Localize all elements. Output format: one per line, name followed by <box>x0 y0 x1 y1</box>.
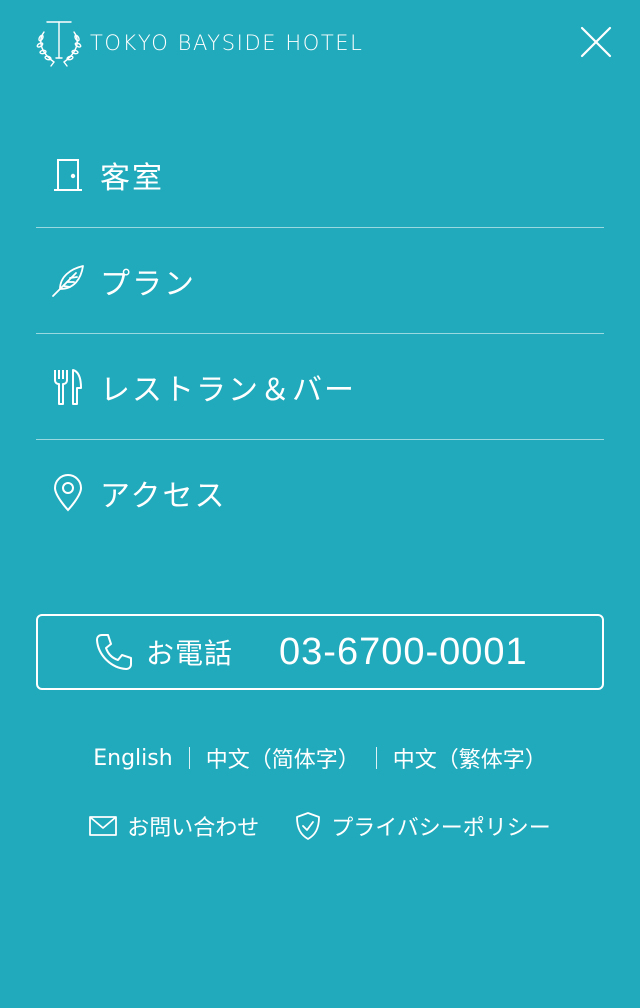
nav-label-access: アクセス <box>100 479 227 514</box>
shield-check-icon <box>296 812 321 840</box>
contact-label: お問い合わせ <box>127 816 260 841</box>
nav-item-rooms[interactable]: 客室 <box>36 122 604 228</box>
privacy-label: プライバシーポリシー <box>331 816 551 841</box>
nav-label-restaurant-bar: レストラン＆バー <box>100 372 356 408</box>
hotel-name: TOKYO BAYSIDE HOTEL <box>90 31 364 55</box>
footer-links: お問い合わせ プライバシーポリシー <box>0 806 640 846</box>
hotel-logo[interactable]: TOKYO BAYSIDE HOTEL <box>34 18 363 68</box>
lang-simplified-chinese[interactable]: 中文（简体字） <box>190 742 376 774</box>
header: TOKYO BAYSIDE HOTEL <box>0 0 640 90</box>
language-switcher: English 中文（简体字） 中文（繁体字） <box>0 740 640 776</box>
feather-icon <box>50 261 86 301</box>
lang-traditional-chinese[interactable]: 中文（繁体字） <box>377 742 563 774</box>
nav-item-plans[interactable]: プラン <box>36 228 604 334</box>
nav-item-restaurant-bar[interactable]: レストラン＆バー <box>36 334 604 440</box>
nav-item-access[interactable]: アクセス <box>36 440 604 546</box>
fork-knife-icon <box>50 367 86 407</box>
mail-icon <box>89 816 118 836</box>
phone-number: 03-6700-0001 <box>279 630 528 673</box>
phone-button[interactable]: お電話 03-6700-0001 <box>36 614 604 690</box>
contact-link[interactable]: お問い合わせ <box>89 810 259 842</box>
main-nav: 客室 プラン レストラン＆バー アクセス <box>36 122 604 546</box>
nav-label-plans: プラン <box>100 266 196 302</box>
phone-label: お電話 <box>146 637 234 670</box>
phone-icon <box>96 634 132 670</box>
laurel-t-logo-icon <box>36 21 82 67</box>
nav-label-rooms: 客室 <box>100 160 164 196</box>
privacy-policy-link[interactable]: プライバシーポリシー <box>295 810 551 842</box>
door-icon <box>50 155 86 195</box>
map-pin-icon <box>50 473 86 513</box>
divider <box>188 747 190 769</box>
close-icon[interactable] <box>578 24 614 60</box>
divider <box>375 747 377 769</box>
lang-english[interactable]: English <box>77 746 188 771</box>
